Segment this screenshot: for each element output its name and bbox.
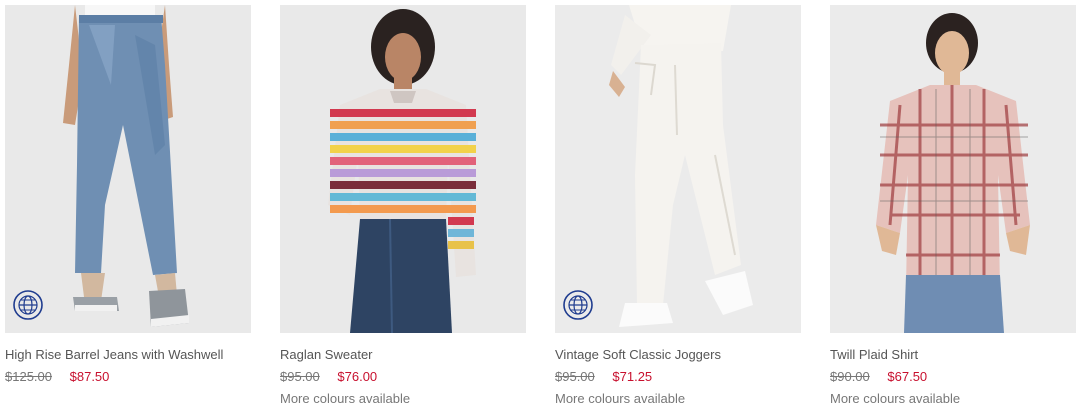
product-name[interactable]: High Rise Barrel Jeans with Washwell: [5, 347, 251, 363]
sale-price: $76.00: [337, 369, 378, 384]
more-colours-link[interactable]: More colours available: [280, 391, 526, 407]
product-image-sweater[interactable]: [280, 5, 526, 333]
sweater-photo: [280, 5, 526, 333]
product-image-joggers[interactable]: [555, 5, 801, 333]
product-card[interactable]: Twill Plaid Shirt $90.00 $67.50 More col…: [830, 5, 1076, 407]
product-card[interactable]: High Rise Barrel Jeans with Washwell $12…: [5, 5, 251, 407]
product-card[interactable]: Vintage Soft Classic Joggers $95.00 $71.…: [555, 5, 801, 407]
product-card[interactable]: Raglan Sweater $95.00 $76.00 More colour…: [280, 5, 526, 407]
product-prices: $90.00 $67.50: [830, 369, 1076, 385]
globe-icon: [13, 290, 43, 320]
shirt-photo: [830, 5, 1076, 333]
original-price: $95.00: [555, 369, 595, 384]
product-prices: $125.00 $87.50: [5, 369, 251, 385]
product-prices: $95.00 $71.25: [555, 369, 801, 385]
globe-icon: [563, 290, 593, 320]
joggers-photo: [555, 5, 801, 333]
original-price: $95.00: [280, 369, 320, 384]
product-name[interactable]: Raglan Sweater: [280, 347, 526, 363]
product-name[interactable]: Twill Plaid Shirt: [830, 347, 1076, 363]
more-colours-link[interactable]: More colours available: [555, 391, 801, 407]
sale-price: $71.25: [612, 369, 653, 384]
product-image-shirt[interactable]: [830, 5, 1076, 333]
product-name[interactable]: Vintage Soft Classic Joggers: [555, 347, 801, 363]
product-grid: High Rise Barrel Jeans with Washwell $12…: [5, 5, 1076, 407]
jeans-photo: [5, 5, 251, 333]
more-colours-link[interactable]: More colours available: [830, 391, 1076, 407]
product-prices: $95.00 $76.00: [280, 369, 526, 385]
product-image-jeans[interactable]: [5, 5, 251, 333]
sale-price: $67.50: [887, 369, 928, 384]
original-price: $125.00: [5, 369, 52, 384]
original-price: $90.00: [830, 369, 870, 384]
sale-price: $87.50: [69, 369, 110, 384]
